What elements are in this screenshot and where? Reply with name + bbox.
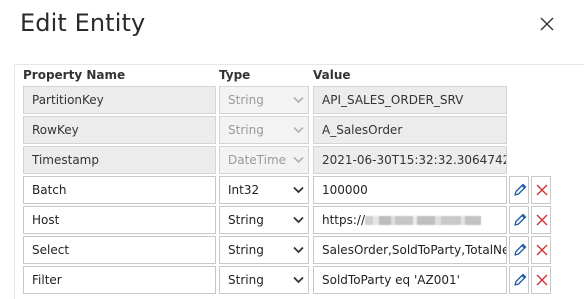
edit-button[interactable] (509, 236, 529, 264)
edit-button[interactable] (509, 206, 529, 234)
edit-button[interactable] (509, 176, 529, 204)
delete-button[interactable] (531, 236, 551, 264)
chevron-down-icon (293, 156, 304, 164)
redacted-text (365, 216, 482, 225)
property-row-partitionkey: PartitionKey String API_SALES_ORDER_SRV (0, 86, 584, 114)
close-button[interactable] (539, 16, 555, 32)
type-value: String (228, 273, 264, 287)
property-row-timestamp: Timestamp DateTime 2021-06-30T15:32:32.3… (0, 146, 584, 174)
property-value-field: 2021-06-30T15:32:32.3064742Z (313, 146, 507, 174)
host-url-prefix: https:// (322, 213, 366, 227)
property-row-batch: Batch Int32 100000 (0, 176, 584, 204)
type-value: String (228, 213, 264, 227)
type-value: Int32 (228, 183, 260, 197)
chevron-down-icon (293, 276, 304, 284)
property-value-input[interactable]: https:// (313, 206, 507, 234)
pencil-icon (514, 243, 527, 256)
property-name-input[interactable]: Host (23, 206, 216, 234)
property-value-input[interactable]: 100000 (313, 176, 507, 204)
property-name-field: PartitionKey (23, 86, 216, 114)
chevron-down-icon (293, 246, 304, 254)
property-row-rowkey: RowKey String A_SalesOrder (0, 116, 584, 144)
property-value-field: API_SALES_ORDER_SRV (313, 86, 507, 114)
type-select: DateTime (219, 146, 309, 174)
delete-button[interactable] (531, 266, 551, 294)
property-value-field: A_SalesOrder (313, 116, 507, 144)
pencil-icon (514, 213, 527, 226)
column-header-type: Type (219, 68, 251, 82)
property-name-input[interactable]: Filter (23, 266, 216, 294)
pencil-icon (514, 183, 527, 196)
type-select[interactable]: Int32 (219, 176, 309, 204)
type-value: String (228, 93, 264, 107)
delete-button[interactable] (531, 206, 551, 234)
type-value: DateTime (228, 153, 287, 167)
column-header-property-name: Property Name (23, 68, 126, 82)
chevron-down-icon (293, 216, 304, 224)
x-delete-icon (536, 274, 548, 286)
type-select[interactable]: String (219, 236, 309, 264)
pencil-icon (514, 273, 527, 286)
x-delete-icon (536, 214, 548, 226)
close-icon (540, 17, 554, 31)
property-value-input[interactable]: SoldToParty eq 'AZ001' (313, 266, 507, 294)
property-row-host: Host String https:// (0, 206, 584, 234)
property-name-input[interactable]: Batch (23, 176, 216, 204)
edit-button[interactable] (509, 266, 529, 294)
column-header-value: Value (313, 68, 351, 82)
delete-button[interactable] (531, 176, 551, 204)
chevron-down-icon (293, 186, 304, 194)
type-select[interactable]: String (219, 266, 309, 294)
type-select: String (219, 116, 309, 144)
dialog-title: Edit Entity (20, 9, 146, 37)
property-name-field: Timestamp (23, 146, 216, 174)
type-select[interactable]: String (219, 206, 309, 234)
type-value: String (228, 123, 264, 137)
property-value-input[interactable]: SalesOrder,SoldToParty,TotalNetAn (313, 236, 507, 264)
property-row-filter: Filter String SoldToParty eq 'AZ001' (0, 266, 584, 294)
chevron-down-icon (293, 126, 304, 134)
property-name-field: RowKey (23, 116, 216, 144)
property-row-select: Select String SalesOrder,SoldToParty,Tot… (0, 236, 584, 264)
type-select: String (219, 86, 309, 114)
chevron-down-icon (293, 96, 304, 104)
property-name-input[interactable]: Select (23, 236, 216, 264)
x-delete-icon (536, 244, 548, 256)
x-delete-icon (536, 184, 548, 196)
type-value: String (228, 243, 264, 257)
